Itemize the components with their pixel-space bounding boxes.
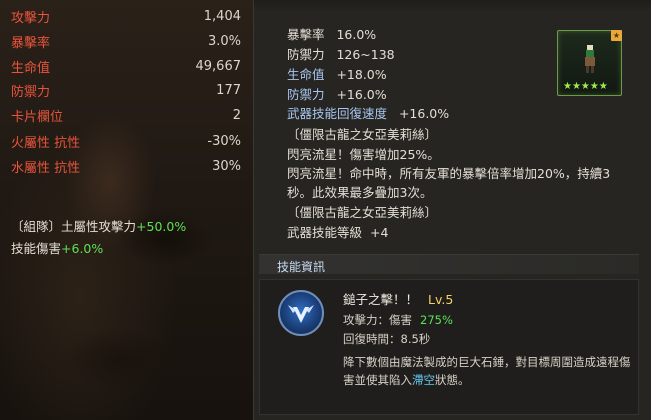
- stat-value: 30%: [212, 158, 241, 174]
- line-label: 防禦力: [287, 87, 325, 102]
- stat-label: 水屬性 抗性: [11, 160, 81, 176]
- skill-desc-highlight: 滯空: [412, 373, 435, 387]
- stat-row-water-resist: 水屬性 抗性 30%: [11, 156, 241, 176]
- line-label: 武器技能回復速度: [287, 106, 388, 121]
- item-def-pct-line: 防禦力 +16.0%: [287, 84, 387, 103]
- line-label: 武器技能等級: [287, 225, 363, 240]
- stat-value: -30%: [207, 133, 241, 149]
- skill-name: 鎚子之擊！！: [343, 292, 419, 307]
- skill-title-line: 鎚子之擊！！ Lv.5: [343, 289, 453, 308]
- stat-row-hp: 生命值 49,667: [11, 56, 241, 76]
- item-badge-icon: ★: [611, 30, 622, 41]
- item-crit-line: 暴擊率 16.0%: [287, 24, 376, 43]
- line-value: +16.0%: [398, 106, 450, 121]
- set-effect-1: 閃亮流星！傷害增加25%。: [287, 147, 440, 162]
- line-value: 16.0%: [336, 27, 377, 42]
- item-hp-line: 生命值 +18.0%: [287, 64, 387, 83]
- stat-value: 3.0%: [207, 33, 241, 49]
- skill-desc-line-2: 害並使其陷入滯空狀態。: [343, 372, 470, 388]
- skill-info-title: 技能資訊: [277, 260, 326, 274]
- set-effect-2b: 秒。此效果最多疊加3次。: [287, 185, 433, 200]
- stat-label: 火屬性 抗性: [11, 135, 81, 151]
- skill-attack-label: 攻擊力：傷害: [343, 313, 412, 327]
- line-value: +18.0%: [336, 67, 387, 82]
- skill-cooldown: 回復時間：8.5秒: [343, 332, 431, 346]
- stat-row-attack: 攻擊力 1,404: [11, 6, 241, 26]
- item-ws-level-line: 武器技能等級 +4: [287, 222, 388, 241]
- stat-value: 177: [216, 82, 241, 98]
- stat-row-card-slots: 卡片欄位 2: [11, 105, 241, 125]
- skill-desc-text: 狀態。: [435, 373, 470, 387]
- item-weapon-skill-cd-line: 武器技能回復速度 +16.0%: [287, 103, 449, 122]
- character-stats-panel: 攻擊力 1,404 暴擊率 3.0% 生命值 49,667 防禦力 177 卡片…: [0, 0, 253, 420]
- line-value: +4: [369, 225, 389, 240]
- skill-desc-line-1: 降下數個由魔法製成的巨大石錘，對目標周圍造成遠程傷: [343, 355, 631, 369]
- winged-crest-icon: [288, 305, 314, 323]
- skill-desc-text: 害並使其陷入: [343, 373, 412, 387]
- stat-label: 防禦力: [11, 84, 51, 100]
- line-label: 防禦力: [287, 47, 325, 62]
- stat-label: 卡片欄位: [11, 109, 64, 125]
- bonus-label: 〔組隊〕土屬性攻擊力: [11, 219, 137, 234]
- stat-value: 2: [232, 107, 241, 123]
- skill-damage-bonus: 技能傷害+6.0%: [11, 238, 103, 257]
- set-effect-2a: 閃亮流星！命中時，所有友軍的暴擊倍率增加20%，持續3: [287, 166, 611, 181]
- skill-attack-line: 攻擊力：傷害 275%: [343, 312, 453, 328]
- stat-value: 1,404: [203, 8, 241, 24]
- stat-row-defense: 防禦力 177: [11, 80, 241, 100]
- skill-level: Lv.5: [428, 292, 454, 307]
- skill-attack-value: 275%: [420, 313, 453, 327]
- line-label: 暴擊率: [287, 27, 325, 42]
- set-name-2: 〔僵限古龍之女亞美莉絲〕: [287, 205, 438, 220]
- stat-label: 生命值: [11, 60, 51, 76]
- stat-row-crit: 暴擊率 3.0%: [11, 31, 241, 51]
- bonus-value: +50.0%: [136, 219, 187, 234]
- item-rarity-stars: ★★★★★: [563, 81, 608, 92]
- skill-icon[interactable]: [278, 290, 324, 336]
- panel-top-shade: [254, 0, 651, 12]
- stat-label: 攻擊力: [11, 10, 51, 26]
- line-value: 126~138: [336, 47, 395, 62]
- bonus-value: +6.0%: [61, 241, 104, 256]
- stat-value: 49,667: [195, 58, 242, 74]
- bonus-label: 技能傷害: [11, 241, 62, 256]
- stat-label: 暴擊率: [11, 35, 51, 51]
- set-name-1: 〔僵限古龍之女亞美莉絲〕: [287, 127, 438, 142]
- skill-info-header: 技能資訊: [259, 254, 639, 274]
- item-icon-frame[interactable]: ★ ★★★★★: [557, 30, 622, 96]
- party-earth-attack-bonus: 〔組隊〕土屬性攻擊力+50.0%: [11, 216, 186, 235]
- item-def-range-line: 防禦力 126~138: [287, 44, 395, 63]
- character-figure-icon: [585, 45, 595, 73]
- line-value: +16.0%: [336, 87, 387, 102]
- line-label: 生命值: [287, 67, 325, 82]
- stat-row-fire-resist: 火屬性 抗性 -30%: [11, 131, 241, 151]
